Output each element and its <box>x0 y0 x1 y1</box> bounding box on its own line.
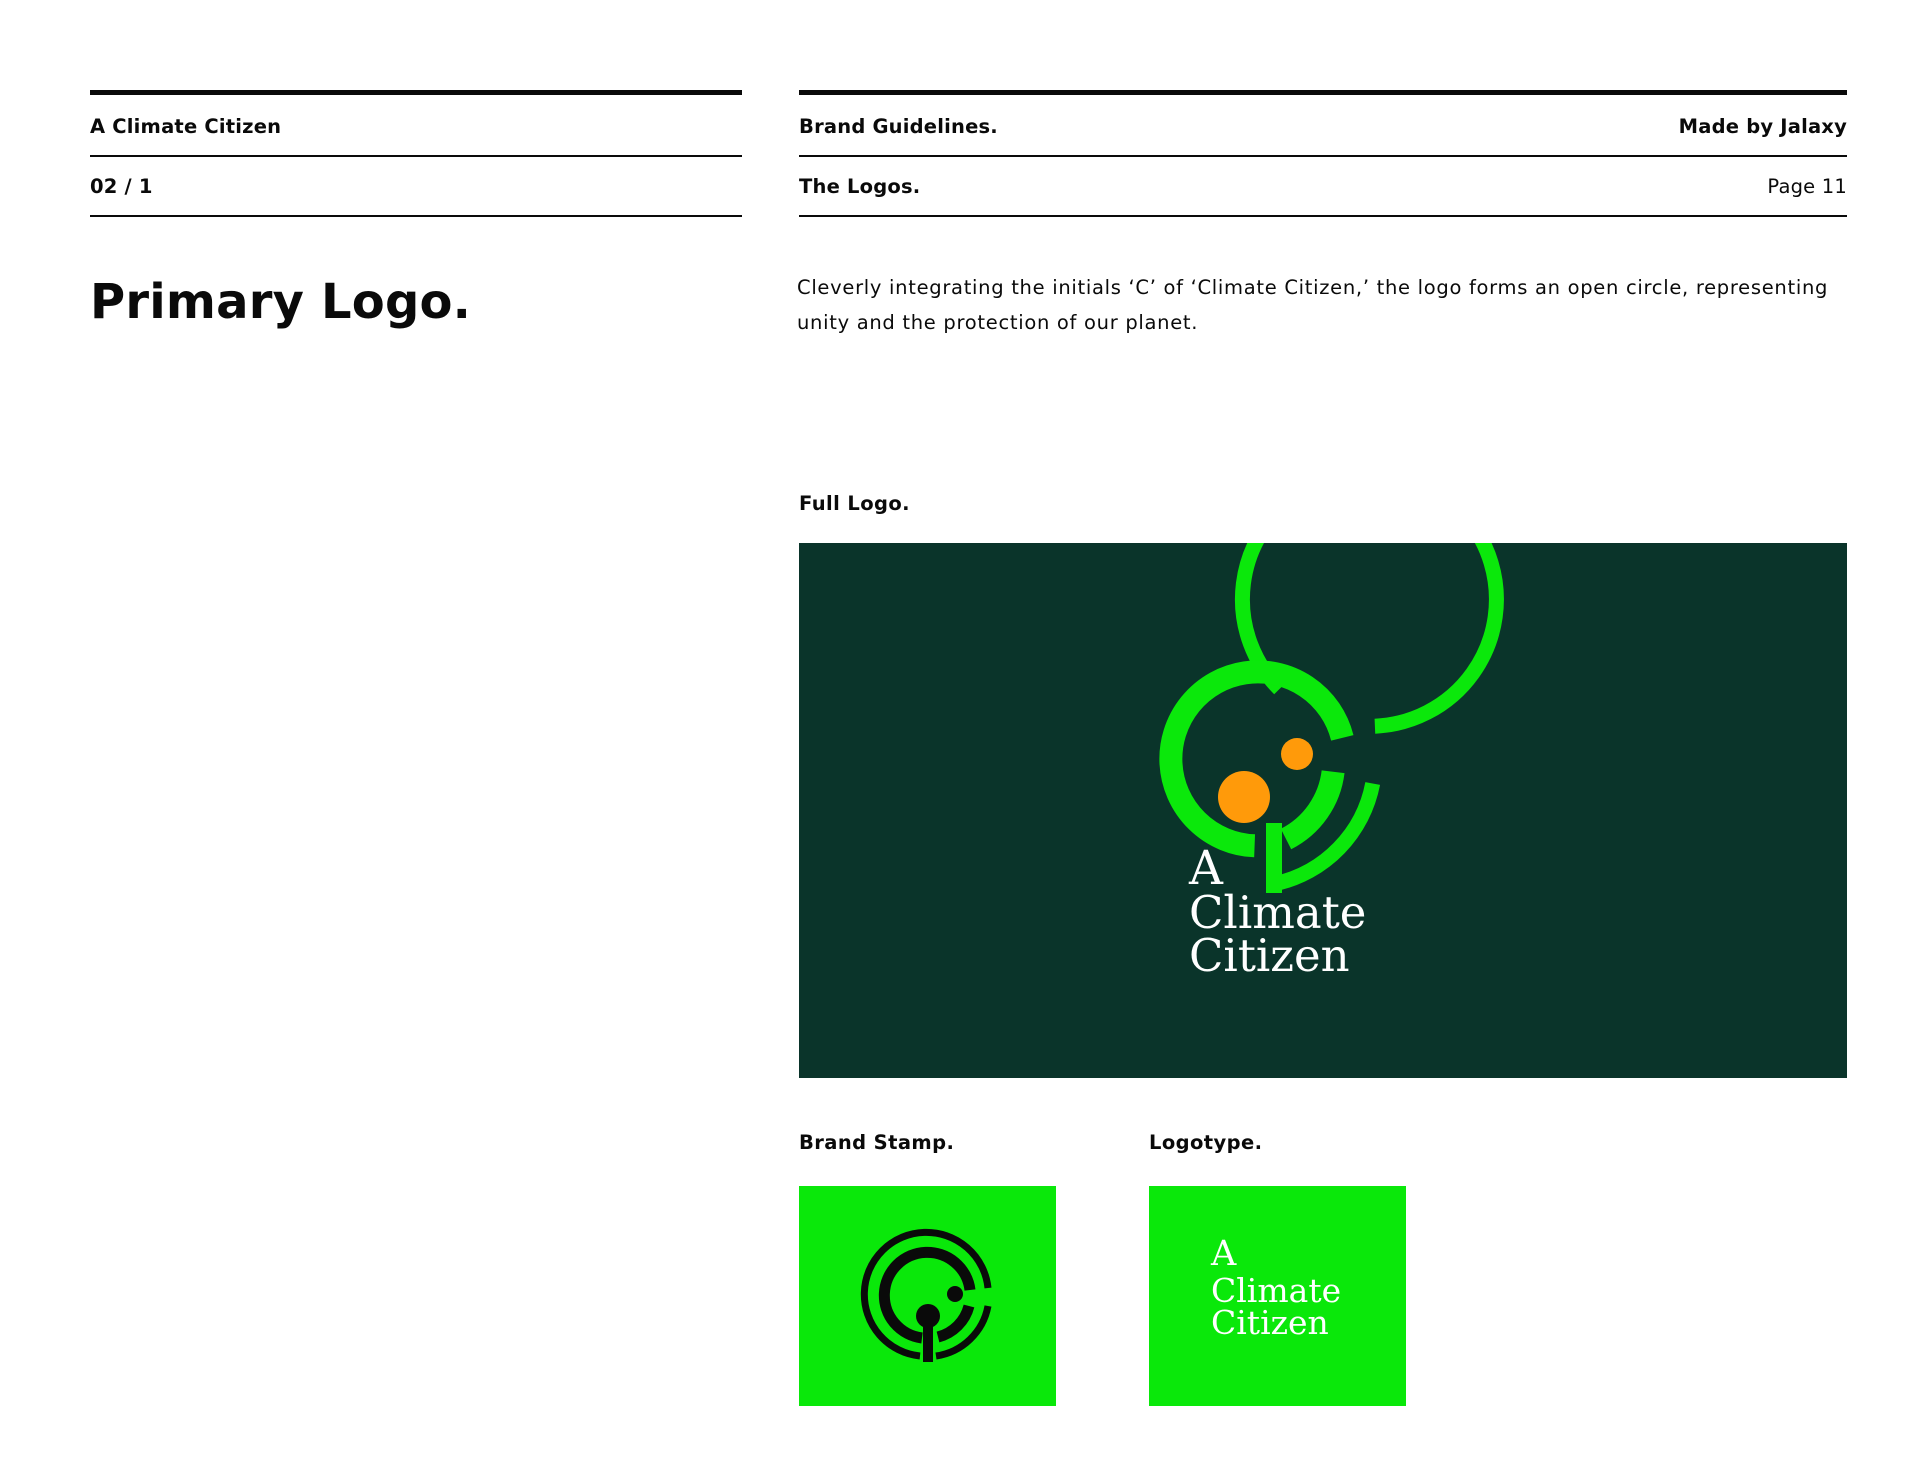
full-logo-label: Full Logo. <box>799 492 910 515</box>
logo-stem <box>1266 823 1282 893</box>
header-divider-left <box>90 155 742 157</box>
full-logo-word-citizen: Citizen <box>1189 929 1350 982</box>
logotype-word-citizen: Citizen <box>1211 1303 1329 1342</box>
page-number: Page 11 <box>1767 175 1847 198</box>
header-bottom-rule-right <box>799 215 1847 217</box>
full-logo-panel: A Climate Citizen <box>799 543 1847 1078</box>
brand-name: A Climate Citizen <box>90 115 282 138</box>
logo-small-dot <box>1281 738 1313 770</box>
brand-stamp-icon <box>860 1228 992 1362</box>
doc-title: Brand Guidelines. <box>799 115 998 138</box>
logo-big-dot <box>1218 771 1270 823</box>
brand-stamp-label: Brand Stamp. <box>799 1131 955 1154</box>
logotype-panel: A Climate Citizen <box>1149 1186 1406 1406</box>
header-bottom-rule-left <box>90 215 742 217</box>
header-rule-left <box>90 90 742 95</box>
section-number: 02 / 1 <box>90 175 153 198</box>
chapter-title: The Logos. <box>799 175 921 198</box>
page-title: Primary Logo. <box>90 274 472 330</box>
climate-citizen-logo-mark <box>1159 543 1504 893</box>
logotype-word-a: A <box>1211 1234 1237 1274</box>
description: Cleverly integrating the initials ‘C’ of… <box>797 276 1829 334</box>
header-rule-right <box>799 90 1847 95</box>
brand-stamp-panel <box>799 1186 1056 1406</box>
logotype-label: Logotype. <box>1149 1131 1263 1154</box>
logo-inner-arc-lower <box>1280 769 1345 850</box>
full-logo-word-a: A <box>1189 841 1223 896</box>
credit: Made by Jalaxy <box>1678 115 1847 138</box>
header-divider-right <box>799 155 1847 157</box>
logo-outer-ring <box>1234 543 1504 734</box>
